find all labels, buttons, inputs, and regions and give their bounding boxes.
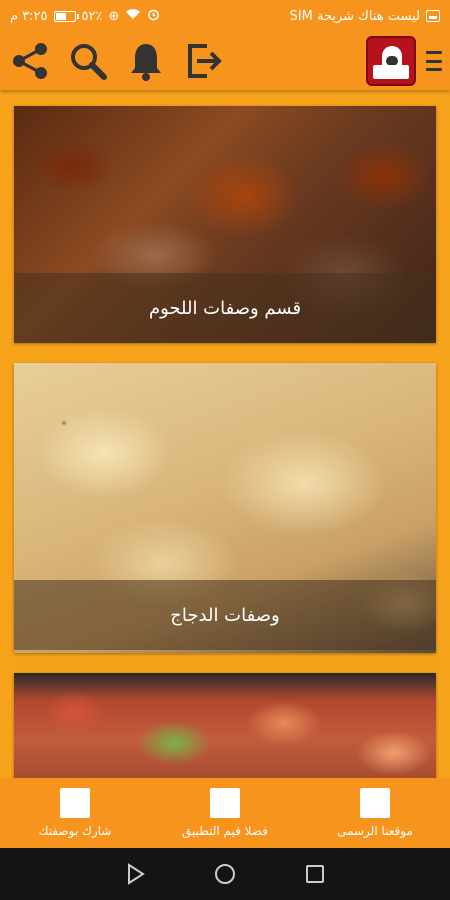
app-logo	[366, 36, 416, 86]
system-nav-bar	[0, 848, 450, 900]
alarm-icon	[147, 8, 160, 25]
home-icon[interactable]	[211, 860, 239, 888]
carrier-text: ليست هناك شريحة SIM	[289, 8, 420, 24]
card-caption: وصفات الدجاج	[14, 580, 436, 650]
official-site-button[interactable]: موقعنا الرسمى	[300, 788, 450, 838]
toolbar-right	[366, 36, 442, 86]
image-icon	[426, 10, 440, 22]
status-left: ٣:٢٥ م ٥٢٪ ⊕	[10, 8, 160, 25]
wifi-icon	[125, 8, 141, 24]
card-caption: قسم وصفات اللحوم	[14, 273, 436, 343]
rate-app-icon	[210, 788, 240, 818]
recents-icon[interactable]	[301, 860, 329, 888]
rate-app-label: فضلا قيم التطبيق	[182, 824, 268, 838]
status-time: ٣:٢٥ م	[10, 8, 48, 24]
share-icon[interactable]	[8, 39, 52, 83]
battery-percent: ٥٢٪	[81, 8, 103, 24]
bottom-bar: شارك بوصفتك فضلا قيم التطبيق موقعنا الرس…	[0, 778, 450, 848]
card-chicken-recipes[interactable]: وصفات الدجاج	[14, 363, 436, 653]
search-icon[interactable]	[66, 39, 110, 83]
share-recipe-button[interactable]: شارك بوصفتك	[0, 788, 150, 838]
status-bar: ٣:٢٥ م ٥٢٪ ⊕ ليست هناك شريحة SIM	[0, 0, 450, 32]
card-rice-recipes[interactable]	[14, 673, 436, 778]
data-saver-icon: ⊕	[108, 8, 120, 24]
official-site-icon	[360, 788, 390, 818]
status-right: ليست هناك شريحة SIM	[290, 9, 440, 24]
hamburger-icon[interactable]	[426, 51, 442, 71]
official-site-label: موقعنا الرسمى	[337, 824, 413, 838]
exit-icon[interactable]	[182, 39, 226, 83]
battery-icon	[53, 10, 79, 22]
card-meat-recipes[interactable]: قسم وصفات اللحوم	[14, 106, 436, 343]
app-toolbar	[0, 32, 450, 90]
share-recipe-label: شارك بوصفتك	[38, 824, 112, 838]
share-recipe-icon	[60, 788, 90, 818]
back-icon[interactable]	[121, 860, 149, 888]
bell-icon[interactable]	[124, 39, 168, 83]
recipe-list: قسم وصفات اللحوم وصفات الدجاج	[0, 90, 450, 778]
rate-app-button[interactable]: فضلا قيم التطبيق	[150, 788, 300, 838]
